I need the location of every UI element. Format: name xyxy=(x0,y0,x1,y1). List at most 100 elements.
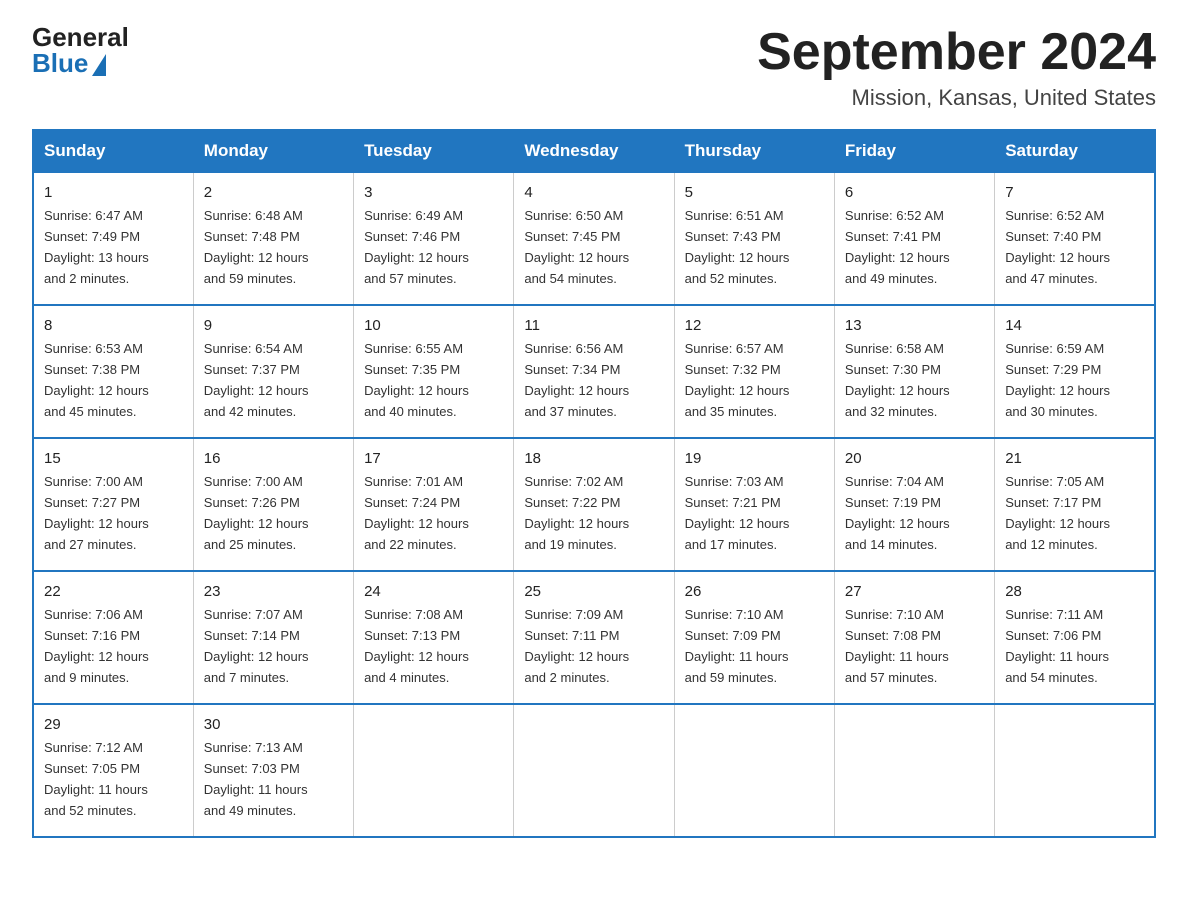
day-number: 13 xyxy=(845,314,984,337)
col-wednesday: Wednesday xyxy=(514,130,674,172)
calendar-week-row: 1Sunrise: 6:47 AMSunset: 7:49 PMDaylight… xyxy=(33,172,1155,305)
table-row xyxy=(514,704,674,837)
day-number: 20 xyxy=(845,447,984,470)
table-row: 12 Sunrise: 6:57 AMSunset: 7:32 PMDayligh… xyxy=(674,305,834,438)
table-row: 10 Sunrise: 6:55 AMSunset: 7:35 PMDayligh… xyxy=(354,305,514,438)
table-row: 11Sunrise: 6:56 AMSunset: 7:34 PMDayligh… xyxy=(514,305,674,438)
table-row: 7Sunrise: 6:52 AMSunset: 7:40 PMDaylight… xyxy=(995,172,1155,305)
day-info: Sunrise: 7:05 AMSunset: 7:17 PMDaylight:… xyxy=(1005,474,1110,552)
col-monday: Monday xyxy=(193,130,353,172)
day-number: 26 xyxy=(685,580,824,603)
table-row: 3 Sunrise: 6:49 AMSunset: 7:46 PMDaylight… xyxy=(354,172,514,305)
day-info: Sunrise: 7:07 AMSunset: 7:14 PMDaylight:… xyxy=(204,607,309,685)
table-row: 27 Sunrise: 7:10 AMSunset: 7:08 PMDayligh… xyxy=(834,571,994,704)
table-row: 21 Sunrise: 7:05 AMSunset: 7:17 PMDayligh… xyxy=(995,438,1155,571)
table-row xyxy=(834,704,994,837)
table-row: 15 Sunrise: 7:00 AMSunset: 7:27 PMDayligh… xyxy=(33,438,193,571)
day-number: 24 xyxy=(364,580,503,603)
table-row: 13Sunrise: 6:58 AMSunset: 7:30 PMDayligh… xyxy=(834,305,994,438)
day-info: Sunrise: 7:01 AMSunset: 7:24 PMDaylight:… xyxy=(364,474,469,552)
day-number: 11 xyxy=(524,314,663,337)
day-number: 27 xyxy=(845,580,984,603)
day-number: 7 xyxy=(1005,181,1144,204)
page-header: General Blue September 2024 Mission, Kan… xyxy=(32,24,1156,111)
day-number: 2 xyxy=(204,181,343,204)
location-subtitle: Mission, Kansas, United States xyxy=(757,85,1156,111)
table-row: 18Sunrise: 7:02 AMSunset: 7:22 PMDayligh… xyxy=(514,438,674,571)
table-row xyxy=(995,704,1155,837)
day-info: Sunrise: 6:55 AMSunset: 7:35 PMDaylight:… xyxy=(364,341,469,419)
day-info: Sunrise: 7:02 AMSunset: 7:22 PMDaylight:… xyxy=(524,474,629,552)
day-info: Sunrise: 7:12 AMSunset: 7:05 PMDaylight:… xyxy=(44,740,148,818)
table-row: 2Sunrise: 6:48 AMSunset: 7:48 PMDaylight… xyxy=(193,172,353,305)
day-number: 5 xyxy=(685,181,824,204)
table-row: 1Sunrise: 6:47 AMSunset: 7:49 PMDaylight… xyxy=(33,172,193,305)
day-number: 10 xyxy=(364,314,503,337)
day-number: 9 xyxy=(204,314,343,337)
day-number: 29 xyxy=(44,713,183,736)
day-info: Sunrise: 7:04 AMSunset: 7:19 PMDaylight:… xyxy=(845,474,950,552)
table-row: 4Sunrise: 6:50 AMSunset: 7:45 PMDaylight… xyxy=(514,172,674,305)
table-row: 23 Sunrise: 7:07 AMSunset: 7:14 PMDayligh… xyxy=(193,571,353,704)
day-number: 30 xyxy=(204,713,343,736)
table-row: 17 Sunrise: 7:01 AMSunset: 7:24 PMDayligh… xyxy=(354,438,514,571)
calendar-table: Sunday Monday Tuesday Wednesday Thursday… xyxy=(32,129,1156,838)
col-thursday: Thursday xyxy=(674,130,834,172)
table-row: 5Sunrise: 6:51 AMSunset: 7:43 PMDaylight… xyxy=(674,172,834,305)
day-number: 23 xyxy=(204,580,343,603)
day-info: Sunrise: 6:50 AMSunset: 7:45 PMDaylight:… xyxy=(524,208,629,286)
table-row: 9Sunrise: 6:54 AMSunset: 7:37 PMDaylight… xyxy=(193,305,353,438)
table-row: 24 Sunrise: 7:08 AMSunset: 7:13 PMDayligh… xyxy=(354,571,514,704)
day-info: Sunrise: 7:03 AMSunset: 7:21 PMDaylight:… xyxy=(685,474,790,552)
table-row: 8 Sunrise: 6:53 AMSunset: 7:38 PMDaylight… xyxy=(33,305,193,438)
day-info: Sunrise: 7:10 AMSunset: 7:09 PMDaylight:… xyxy=(685,607,789,685)
day-number: 16 xyxy=(204,447,343,470)
day-number: 12 xyxy=(685,314,824,337)
day-info: Sunrise: 7:00 AMSunset: 7:26 PMDaylight:… xyxy=(204,474,309,552)
day-number: 19 xyxy=(685,447,824,470)
logo: General Blue xyxy=(32,24,129,76)
day-number: 17 xyxy=(364,447,503,470)
logo-general-text: General xyxy=(32,24,129,50)
calendar-week-row: 8 Sunrise: 6:53 AMSunset: 7:38 PMDaylight… xyxy=(33,305,1155,438)
table-row xyxy=(354,704,514,837)
calendar-header-row: Sunday Monday Tuesday Wednesday Thursday… xyxy=(33,130,1155,172)
day-info: Sunrise: 6:59 AMSunset: 7:29 PMDaylight:… xyxy=(1005,341,1110,419)
day-number: 14 xyxy=(1005,314,1144,337)
day-info: Sunrise: 7:08 AMSunset: 7:13 PMDaylight:… xyxy=(364,607,469,685)
table-row: 29 Sunrise: 7:12 AMSunset: 7:05 PMDayligh… xyxy=(33,704,193,837)
day-number: 1 xyxy=(44,181,183,204)
title-block: September 2024 Mission, Kansas, United S… xyxy=(757,24,1156,111)
calendar-week-row: 29 Sunrise: 7:12 AMSunset: 7:05 PMDayligh… xyxy=(33,704,1155,837)
table-row: 14 Sunrise: 6:59 AMSunset: 7:29 PMDayligh… xyxy=(995,305,1155,438)
col-tuesday: Tuesday xyxy=(354,130,514,172)
day-info: Sunrise: 7:11 AMSunset: 7:06 PMDaylight:… xyxy=(1005,607,1109,685)
day-number: 8 xyxy=(44,314,183,337)
table-row: 16 Sunrise: 7:00 AMSunset: 7:26 PMDayligh… xyxy=(193,438,353,571)
table-row: 19 Sunrise: 7:03 AMSunset: 7:21 PMDayligh… xyxy=(674,438,834,571)
table-row: 30 Sunrise: 7:13 AMSunset: 7:03 PMDayligh… xyxy=(193,704,353,837)
day-number: 21 xyxy=(1005,447,1144,470)
col-friday: Friday xyxy=(834,130,994,172)
table-row: 26 Sunrise: 7:10 AMSunset: 7:09 PMDayligh… xyxy=(674,571,834,704)
table-row: 6Sunrise: 6:52 AMSunset: 7:41 PMDaylight… xyxy=(834,172,994,305)
day-number: 6 xyxy=(845,181,984,204)
day-info: Sunrise: 7:10 AMSunset: 7:08 PMDaylight:… xyxy=(845,607,949,685)
table-row: 22Sunrise: 7:06 AMSunset: 7:16 PMDayligh… xyxy=(33,571,193,704)
day-info: Sunrise: 7:00 AMSunset: 7:27 PMDaylight:… xyxy=(44,474,149,552)
table-row: 28Sunrise: 7:11 AMSunset: 7:06 PMDayligh… xyxy=(995,571,1155,704)
day-number: 25 xyxy=(524,580,663,603)
day-info: Sunrise: 6:49 AMSunset: 7:46 PMDaylight:… xyxy=(364,208,469,286)
col-sunday: Sunday xyxy=(33,130,193,172)
day-number: 15 xyxy=(44,447,183,470)
day-info: Sunrise: 6:57 AMSunset: 7:32 PMDaylight:… xyxy=(685,341,790,419)
calendar-week-row: 15 Sunrise: 7:00 AMSunset: 7:27 PMDayligh… xyxy=(33,438,1155,571)
logo-blue-text: Blue xyxy=(32,50,106,76)
day-info: Sunrise: 7:13 AMSunset: 7:03 PMDaylight:… xyxy=(204,740,308,818)
table-row: 20 Sunrise: 7:04 AMSunset: 7:19 PMDayligh… xyxy=(834,438,994,571)
day-number: 3 xyxy=(364,181,503,204)
calendar-week-row: 22Sunrise: 7:06 AMSunset: 7:16 PMDayligh… xyxy=(33,571,1155,704)
day-info: Sunrise: 6:53 AMSunset: 7:38 PMDaylight:… xyxy=(44,341,149,419)
col-saturday: Saturday xyxy=(995,130,1155,172)
logo-triangle-icon xyxy=(92,54,106,76)
